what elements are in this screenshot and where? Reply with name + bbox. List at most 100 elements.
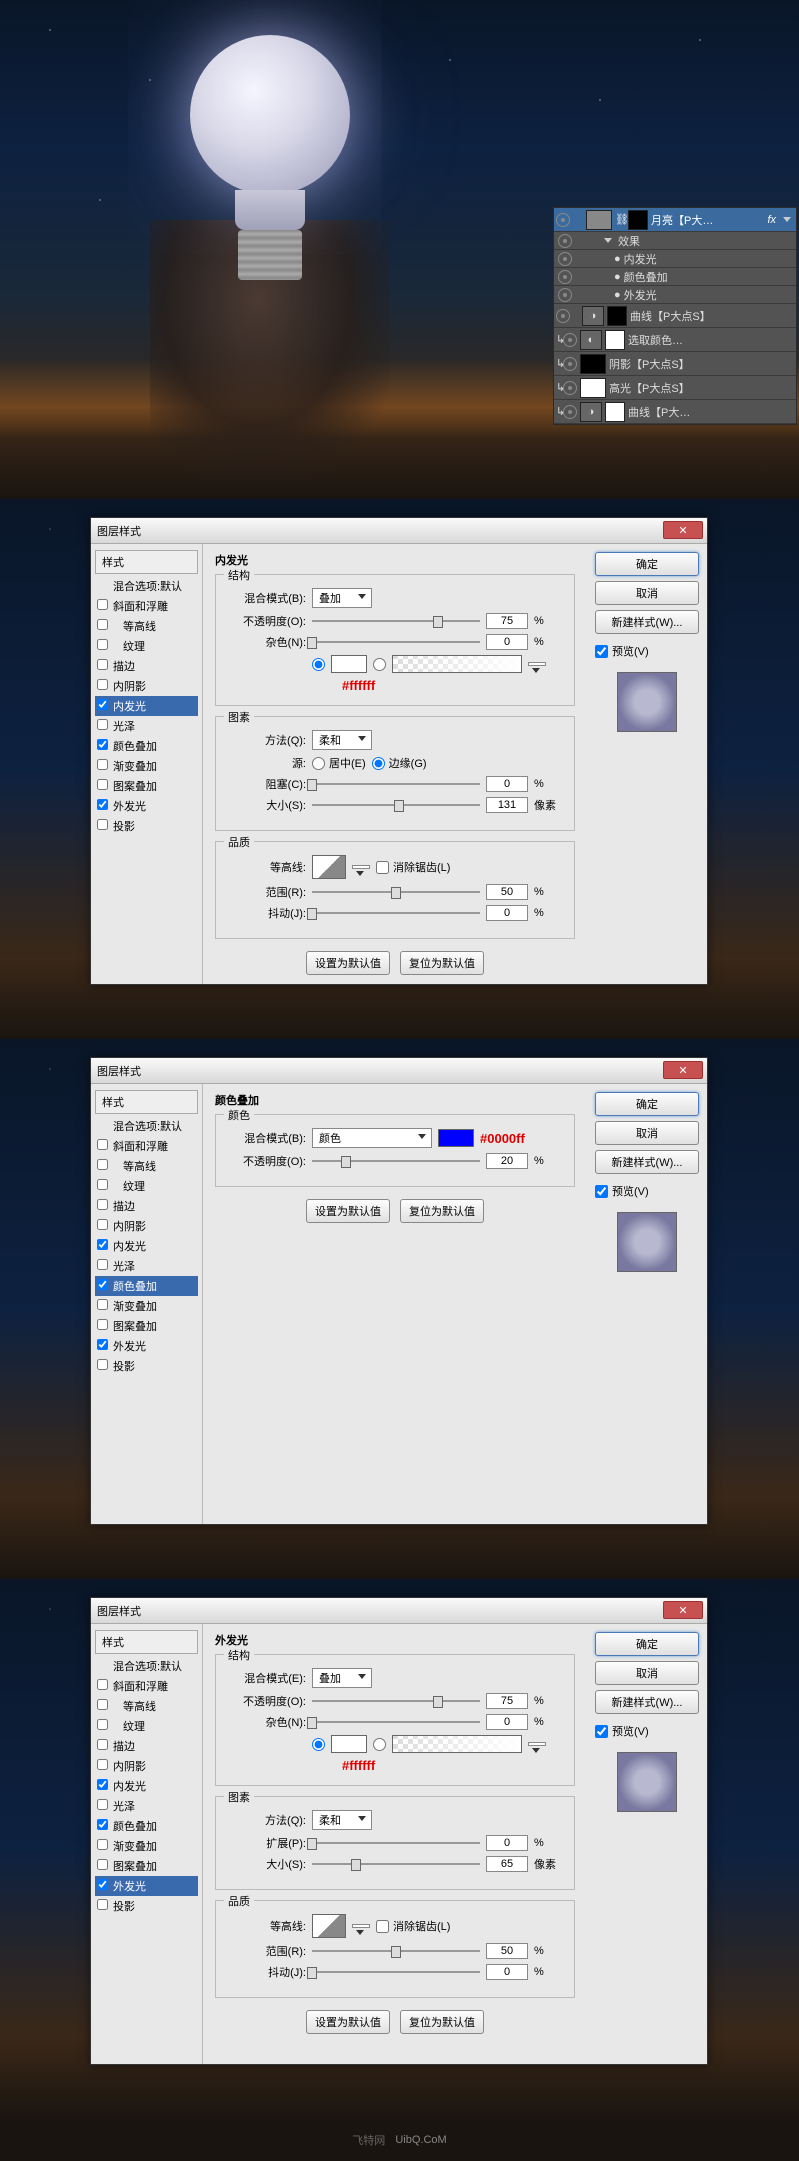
- layer-row-moon[interactable]: ⛓ 月亮【P大… fx: [554, 208, 796, 232]
- layers-panel[interactable]: ⛓ 月亮【P大… fx 效果 ● 内发光 ● 颜色叠加 ● 外发光: [553, 207, 797, 425]
- style-item[interactable]: 纹理: [95, 1176, 198, 1196]
- style-item[interactable]: 斜面和浮雕: [95, 1136, 198, 1156]
- ok-button[interactable]: 确定: [595, 1632, 699, 1656]
- effect-row[interactable]: ● 颜色叠加: [554, 268, 796, 286]
- style-checkbox[interactable]: [97, 1199, 108, 1210]
- style-checkbox[interactable]: [97, 1899, 108, 1910]
- opacity-input[interactable]: [486, 613, 528, 629]
- style-item[interactable]: 图案叠加: [95, 776, 198, 796]
- gradient-select[interactable]: [392, 655, 522, 673]
- style-item[interactable]: 等高线: [95, 1156, 198, 1176]
- source-center-radio[interactable]: 居中(E): [312, 755, 366, 771]
- dialog-titlebar[interactable]: 图层样式 ✕: [91, 1058, 707, 1084]
- spread-input[interactable]: [486, 1835, 528, 1851]
- styles-header[interactable]: 样式: [95, 550, 198, 574]
- expand-icon[interactable]: [604, 238, 612, 243]
- style-item[interactable]: 颜色叠加: [95, 1276, 198, 1296]
- set-default-button[interactable]: 设置为默认值: [306, 951, 390, 975]
- style-item[interactable]: 渐变叠加: [95, 1836, 198, 1856]
- style-checkbox[interactable]: [97, 1259, 108, 1270]
- style-item[interactable]: 内发光: [95, 696, 198, 716]
- range-slider[interactable]: [312, 885, 480, 899]
- style-item[interactable]: 纹理: [95, 1716, 198, 1736]
- range-input[interactable]: [486, 884, 528, 900]
- preview-checkbox[interactable]: 预览(V): [595, 1723, 699, 1739]
- visibility-icon[interactable]: [558, 288, 572, 302]
- color-swatch[interactable]: [331, 1735, 367, 1753]
- visibility-icon[interactable]: [558, 252, 572, 266]
- layer-row-highlight[interactable]: ↳ 高光【P大点S】: [554, 376, 796, 400]
- effect-row[interactable]: ● 内发光: [554, 250, 796, 268]
- style-checkbox[interactable]: [97, 719, 108, 730]
- style-checkbox[interactable]: [97, 659, 108, 670]
- opacity-slider[interactable]: [312, 1154, 480, 1168]
- style-item[interactable]: 投影: [95, 1896, 198, 1916]
- blend-options-item[interactable]: 混合选项:默认: [95, 576, 198, 596]
- source-edge-radio[interactable]: 边缘(G): [372, 755, 427, 771]
- noise-input[interactable]: [486, 634, 528, 650]
- style-checkbox[interactable]: [97, 1859, 108, 1870]
- blend-mode-select[interactable]: 叠加: [312, 588, 372, 608]
- close-button[interactable]: ✕: [663, 1601, 703, 1619]
- contour-dropdown[interactable]: [352, 865, 370, 869]
- style-checkbox[interactable]: [97, 619, 108, 630]
- style-item[interactable]: 描边: [95, 1736, 198, 1756]
- style-item[interactable]: 颜色叠加: [95, 1816, 198, 1836]
- style-item[interactable]: 等高线: [95, 1696, 198, 1716]
- gradient-dropdown[interactable]: [528, 662, 546, 666]
- style-checkbox[interactable]: [97, 1279, 108, 1290]
- reset-default-button[interactable]: 复位为默认值: [400, 2010, 484, 2034]
- ok-button[interactable]: 确定: [595, 1092, 699, 1116]
- style-checkbox[interactable]: [97, 1799, 108, 1810]
- style-checkbox[interactable]: [97, 1179, 108, 1190]
- style-item[interactable]: 外发光: [95, 1336, 198, 1356]
- style-item[interactable]: 纹理: [95, 636, 198, 656]
- style-checkbox[interactable]: [97, 1879, 108, 1890]
- antialias-checkbox[interactable]: 消除锯齿(L): [376, 1918, 450, 1934]
- size-input[interactable]: [486, 1856, 528, 1872]
- style-checkbox[interactable]: [97, 1299, 108, 1310]
- cancel-button[interactable]: 取消: [595, 1661, 699, 1685]
- new-style-button[interactable]: 新建样式(W)...: [595, 1150, 699, 1174]
- size-input[interactable]: [486, 797, 528, 813]
- style-item[interactable]: 颜色叠加: [95, 736, 198, 756]
- blend-options-item[interactable]: 混合选项:默认: [95, 1656, 198, 1676]
- opacity-slider[interactable]: [312, 614, 480, 628]
- range-input[interactable]: [486, 1943, 528, 1959]
- jitter-slider[interactable]: [312, 906, 480, 920]
- style-item[interactable]: 外发光: [95, 1876, 198, 1896]
- style-item[interactable]: 光泽: [95, 716, 198, 736]
- style-item[interactable]: 内阴影: [95, 1216, 198, 1236]
- style-checkbox[interactable]: [97, 819, 108, 830]
- style-checkbox[interactable]: [97, 1839, 108, 1850]
- mask-thumb[interactable]: [628, 210, 648, 230]
- range-slider[interactable]: [312, 1944, 480, 1958]
- style-item[interactable]: 内发光: [95, 1776, 198, 1796]
- color-swatch[interactable]: [438, 1129, 474, 1147]
- expand-icon[interactable]: [783, 217, 791, 222]
- layer-row-selective-color[interactable]: ↳ ◐ 选取颜色…: [554, 328, 796, 352]
- close-button[interactable]: ✕: [663, 1061, 703, 1079]
- layer-thumb[interactable]: [586, 210, 612, 230]
- style-checkbox[interactable]: [97, 699, 108, 710]
- curves-icon[interactable]: ◑: [580, 402, 602, 422]
- styles-header[interactable]: 样式: [95, 1090, 198, 1114]
- style-checkbox[interactable]: [97, 1139, 108, 1150]
- style-item[interactable]: 内发光: [95, 1236, 198, 1256]
- close-button[interactable]: ✕: [663, 521, 703, 539]
- gradient-dropdown[interactable]: [528, 1742, 546, 1746]
- preview-checkbox[interactable]: 预览(V): [595, 643, 699, 659]
- style-item[interactable]: 描边: [95, 1196, 198, 1216]
- dialog-titlebar[interactable]: 图层样式 ✕: [91, 1598, 707, 1624]
- style-item[interactable]: 图案叠加: [95, 1316, 198, 1336]
- visibility-icon[interactable]: [563, 381, 577, 395]
- color-radio[interactable]: [312, 1738, 325, 1751]
- style-item[interactable]: 光泽: [95, 1256, 198, 1276]
- style-item[interactable]: 渐变叠加: [95, 1296, 198, 1316]
- size-slider[interactable]: [312, 798, 480, 812]
- visibility-icon[interactable]: [563, 405, 577, 419]
- jitter-input[interactable]: [486, 1964, 528, 1980]
- layer-row-shadow[interactable]: ↳ 阴影【P大点S】: [554, 352, 796, 376]
- visibility-icon[interactable]: [563, 333, 577, 347]
- style-item[interactable]: 渐变叠加: [95, 756, 198, 776]
